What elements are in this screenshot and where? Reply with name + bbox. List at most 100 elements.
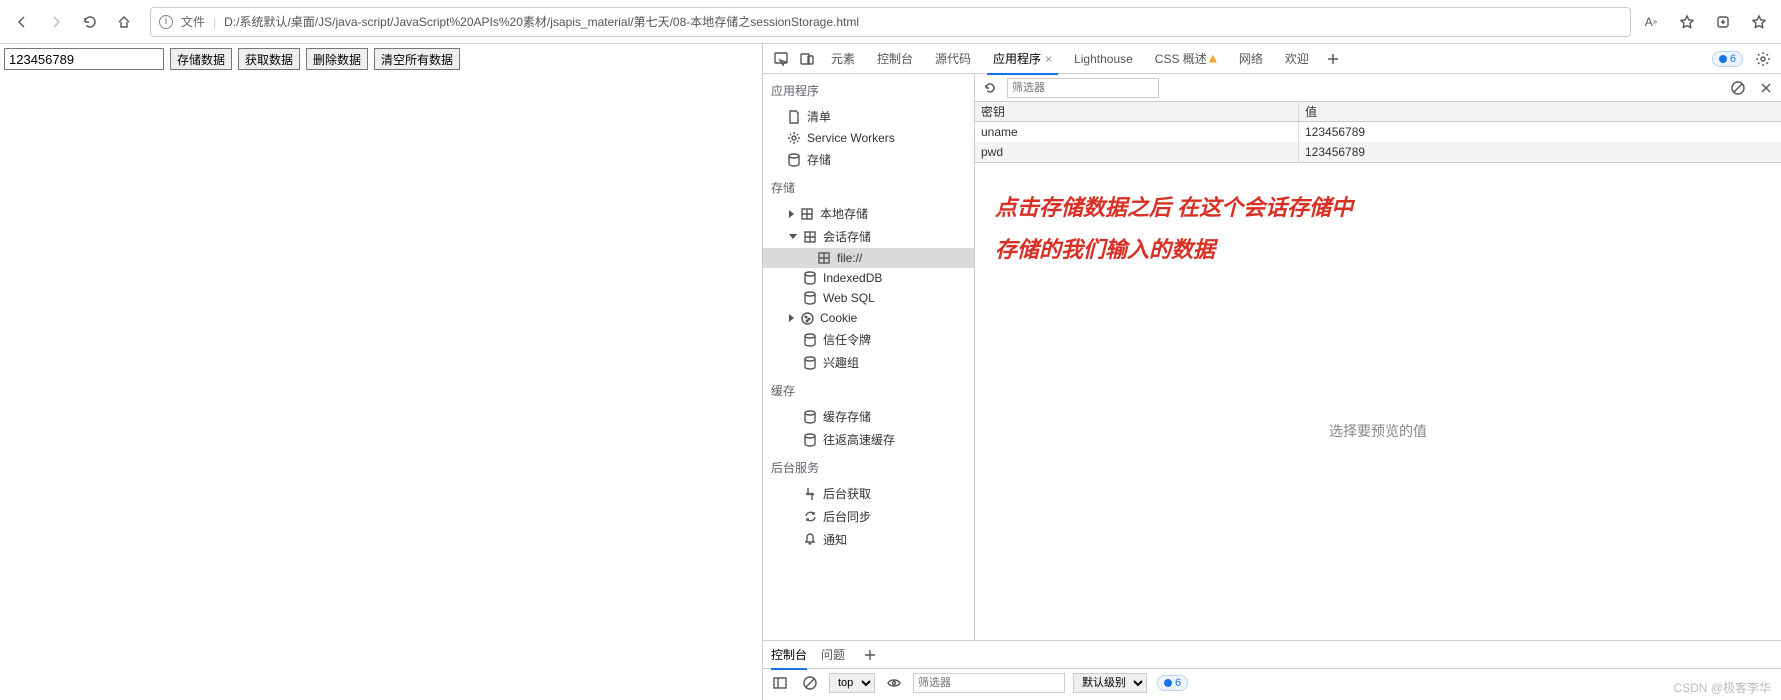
- console-filter-input[interactable]: [913, 673, 1065, 693]
- item-cache-storage[interactable]: 缓存存储: [763, 405, 974, 428]
- item-session-file[interactable]: file://: [763, 248, 974, 268]
- add-drawer-tab-icon[interactable]: [859, 644, 881, 666]
- tab-css[interactable]: CSS 概述: [1145, 44, 1227, 74]
- refresh-button[interactable]: [76, 8, 104, 36]
- col-value[interactable]: 值: [1299, 102, 1781, 121]
- item-indexeddb[interactable]: IndexedDB: [763, 268, 974, 288]
- devtools: 元素 控制台 源代码 应用程序× Lighthouse CSS 概述 网络 欢迎…: [762, 44, 1781, 700]
- item-storage-overview[interactable]: 存储: [763, 148, 974, 171]
- devtools-tabs: 元素 控制台 源代码 应用程序× Lighthouse CSS 概述 网络 欢迎…: [763, 44, 1781, 74]
- clear-console-icon[interactable]: [799, 672, 821, 694]
- item-cookies[interactable]: Cookie: [763, 308, 974, 328]
- issues-count: 6: [1730, 53, 1736, 65]
- preview-placeholder: 选择要预览的值: [975, 421, 1781, 441]
- settings-icon[interactable]: [1751, 47, 1775, 71]
- gear-icon: [787, 131, 801, 145]
- storage-panel: 密钥 值 uname 123456789 pwd 123456789 点击存储数…: [975, 74, 1781, 640]
- store-button[interactable]: 存储数据: [170, 48, 232, 70]
- item-bg-fetch[interactable]: 后台获取: [763, 482, 974, 505]
- delete-icon[interactable]: [1755, 77, 1777, 99]
- filter-input[interactable]: [1007, 78, 1159, 98]
- clear-button[interactable]: 清空所有数据: [374, 48, 460, 70]
- item-manifest[interactable]: 清单: [763, 105, 974, 128]
- delete-button[interactable]: 删除数据: [306, 48, 368, 70]
- tab-elements[interactable]: 元素: [821, 44, 865, 74]
- bell-icon: [803, 533, 817, 547]
- collapse-icon[interactable]: [789, 234, 797, 239]
- tab-application[interactable]: 应用程序×: [983, 44, 1062, 74]
- level-select[interactable]: 默认级别: [1073, 673, 1147, 693]
- storage-toolbar: [975, 74, 1781, 102]
- close-icon[interactable]: ×: [1045, 52, 1052, 66]
- cell-key: uname: [975, 122, 1299, 142]
- device-icon[interactable]: [795, 47, 819, 71]
- item-bfc[interactable]: 往返高速缓存: [763, 428, 974, 451]
- eye-icon[interactable]: [883, 672, 905, 694]
- group-storage: 存储: [763, 171, 974, 202]
- tab-console[interactable]: 控制台: [867, 44, 923, 74]
- expand-icon[interactable]: [789, 314, 794, 322]
- database-icon: [787, 153, 801, 167]
- item-local-storage[interactable]: 本地存储: [763, 202, 974, 225]
- warning-icon: [1209, 55, 1217, 63]
- item-session-storage[interactable]: 会话存储: [763, 225, 974, 248]
- cookie-icon: [800, 311, 814, 325]
- database-icon: [803, 271, 817, 285]
- grid-icon: [800, 207, 814, 221]
- fetch-icon: [803, 487, 817, 501]
- text-input[interactable]: [4, 48, 164, 70]
- info-icon[interactable]: i: [159, 15, 173, 29]
- cell-key: pwd: [975, 142, 1299, 162]
- item-bg-sync[interactable]: 后台同步: [763, 505, 974, 528]
- collections-icon[interactable]: [1709, 8, 1737, 36]
- address-scheme: 文件: [181, 13, 205, 30]
- back-button[interactable]: [8, 8, 36, 36]
- tab-lighthouse[interactable]: Lighthouse: [1064, 44, 1143, 74]
- group-cache: 缓存: [763, 374, 974, 405]
- favorites-bar-icon[interactable]: [1745, 8, 1773, 36]
- storage-table: 密钥 值 uname 123456789 pwd 123456789: [975, 102, 1781, 163]
- tab-network[interactable]: 网络: [1229, 44, 1273, 74]
- home-button[interactable]: [110, 8, 138, 36]
- tab-welcome[interactable]: 欢迎: [1275, 44, 1319, 74]
- tab-sources[interactable]: 源代码: [925, 44, 981, 74]
- drawer-tab-issues[interactable]: 问题: [821, 641, 845, 669]
- console-badge[interactable]: 6: [1157, 675, 1188, 691]
- col-key[interactable]: 密钥: [975, 102, 1299, 121]
- drawer-tab-console[interactable]: 控制台: [771, 641, 807, 669]
- favorite-icon[interactable]: [1673, 8, 1701, 36]
- get-button[interactable]: 获取数据: [238, 48, 300, 70]
- cell-value: 123456789: [1299, 122, 1781, 142]
- database-icon: [803, 433, 817, 447]
- table-row[interactable]: pwd 123456789: [975, 142, 1781, 162]
- cell-value: 123456789: [1299, 142, 1781, 162]
- address-url: D:/系统默认/桌面/JS/java-script/JavaScript%20A…: [224, 13, 859, 30]
- console-badge-count: 6: [1175, 677, 1181, 689]
- expand-icon[interactable]: [789, 210, 794, 218]
- refresh-icon[interactable]: [979, 77, 1001, 99]
- drawer-tabs: 控制台 问题: [763, 641, 1781, 669]
- clear-all-icon[interactable]: [1727, 77, 1749, 99]
- issues-badge[interactable]: 6: [1712, 51, 1743, 67]
- grid-icon: [817, 251, 831, 265]
- group-bgservice: 后台服务: [763, 451, 974, 482]
- console-toolbar: top 默认级别 6: [763, 669, 1781, 697]
- add-tab-icon[interactable]: [1321, 47, 1345, 71]
- toggle-sidebar-icon[interactable]: [769, 672, 791, 694]
- watermark: CSDN @极客李华: [1673, 679, 1771, 696]
- address-bar[interactable]: i 文件 | D:/系统默认/桌面/JS/java-script/JavaScr…: [150, 7, 1631, 37]
- item-notifications[interactable]: 通知: [763, 528, 974, 551]
- toolbar-right-icons: A»: [1637, 8, 1773, 36]
- item-websql[interactable]: Web SQL: [763, 288, 974, 308]
- group-application: 应用程序: [763, 74, 974, 105]
- page-body: 存储数据 获取数据 删除数据 清空所有数据: [4, 48, 460, 70]
- database-icon: [803, 356, 817, 370]
- inspect-icon[interactable]: [769, 47, 793, 71]
- read-aloud-icon[interactable]: A»: [1637, 8, 1665, 36]
- item-trust-tokens[interactable]: 信任令牌: [763, 328, 974, 351]
- table-row[interactable]: uname 123456789: [975, 122, 1781, 142]
- annotation-text: 点击存储数据之后 在这个会话存储中 存储的我们输入的数据: [975, 163, 1781, 271]
- context-select[interactable]: top: [829, 673, 875, 693]
- item-interest-groups[interactable]: 兴趣组: [763, 351, 974, 374]
- item-service-workers[interactable]: Service Workers: [763, 128, 974, 148]
